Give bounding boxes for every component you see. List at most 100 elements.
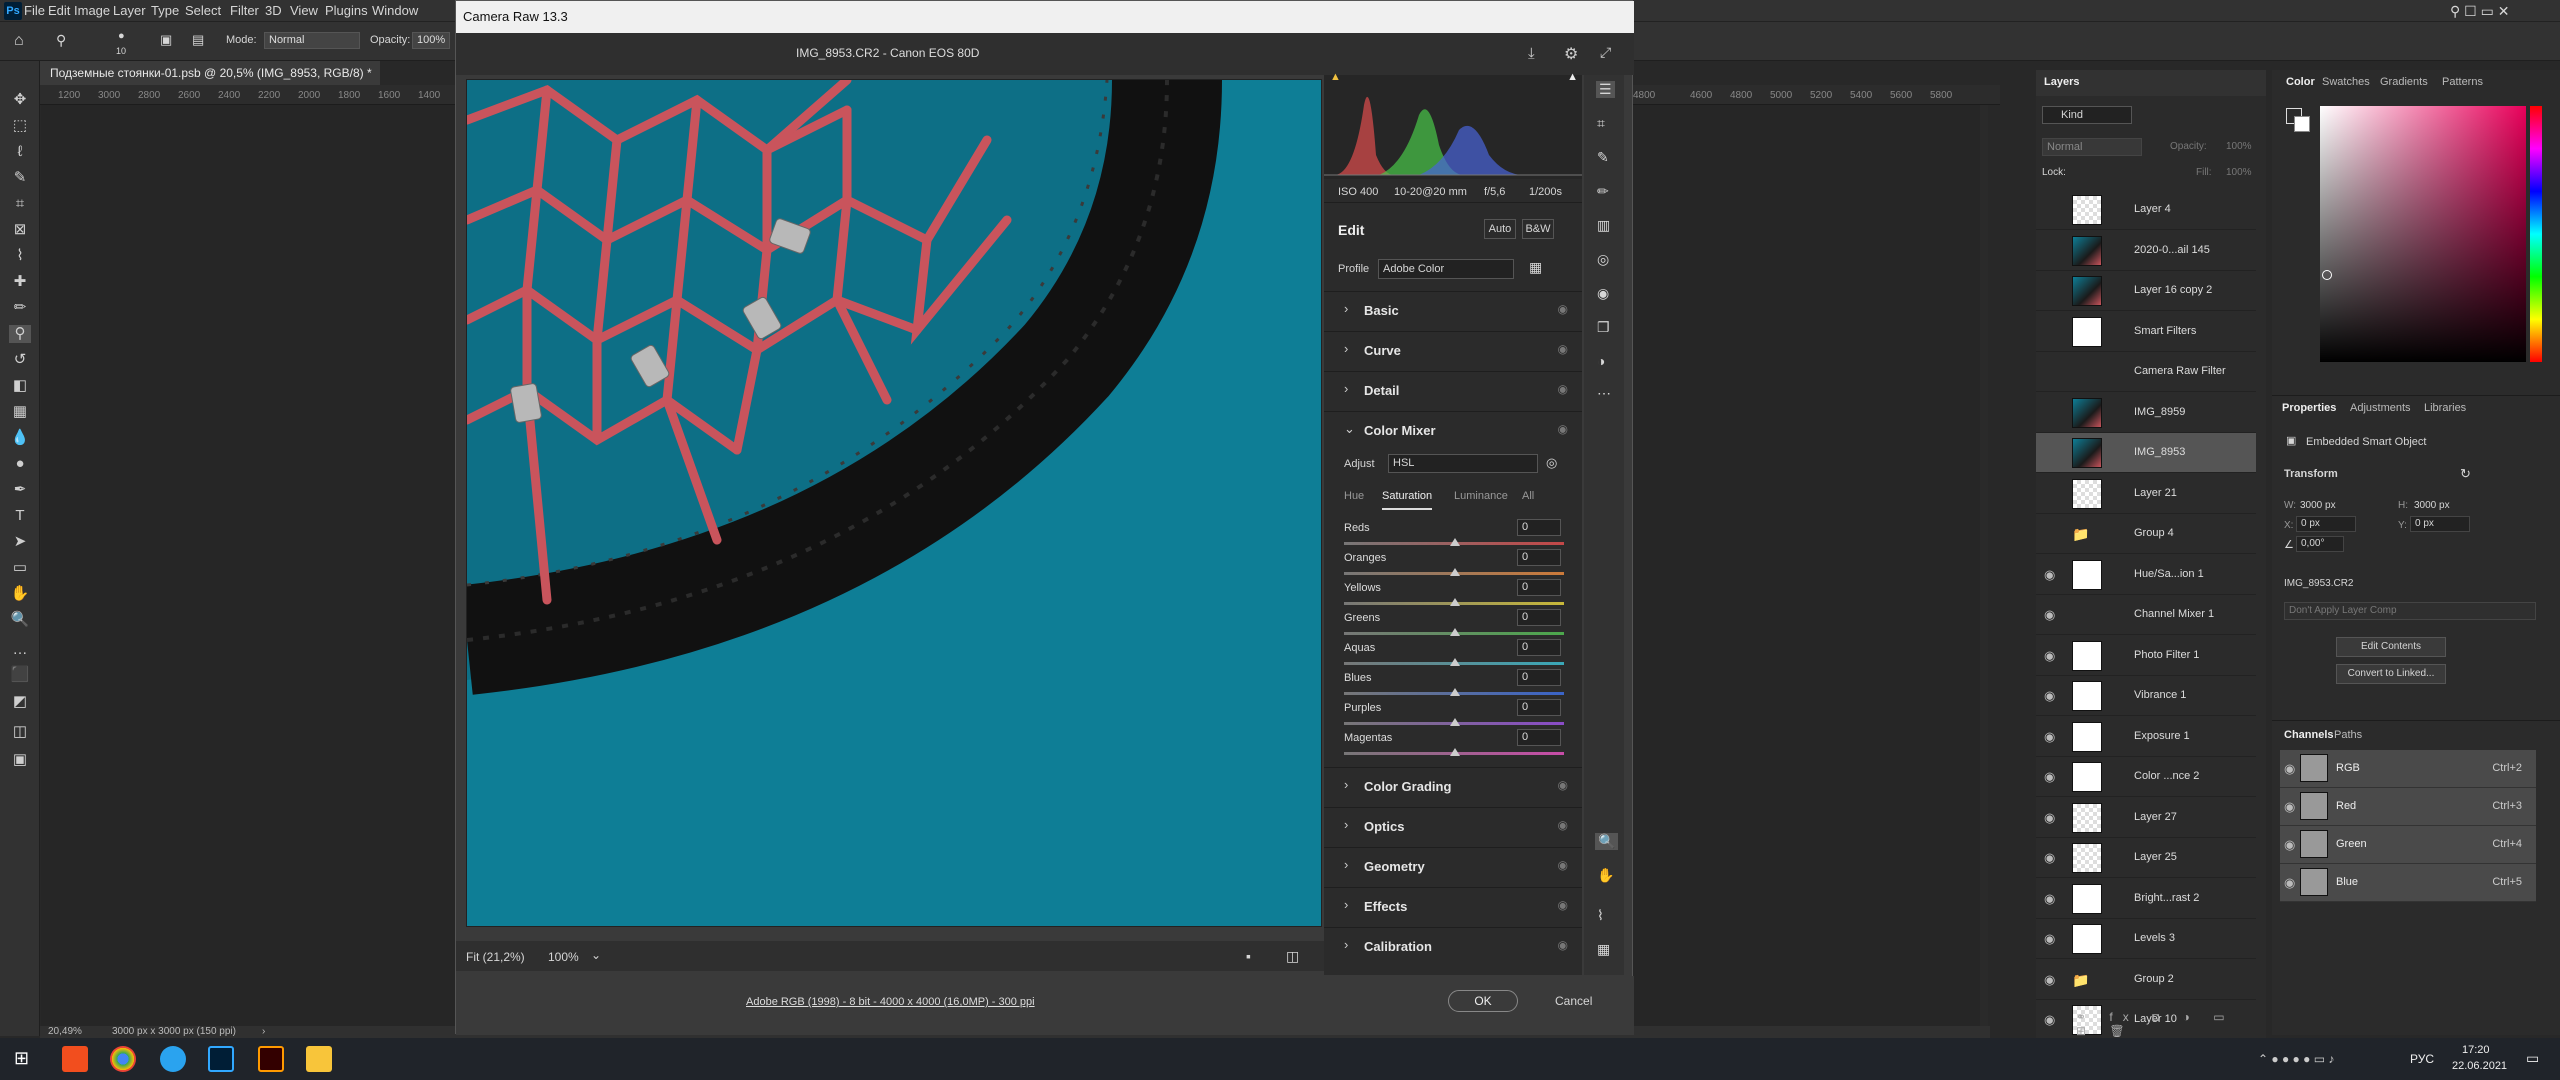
tab-gradients[interactable]: Gradients (2380, 76, 2428, 88)
cancel-button[interactable]: Cancel (1555, 994, 1592, 1008)
section-optics[interactable]: › Optics ◉ (1324, 807, 1582, 843)
quick-select-tool-icon[interactable]: ✎ (9, 169, 31, 187)
menu-filter[interactable]: Filter (230, 3, 259, 18)
section-basic[interactable]: › Basic ◉ (1324, 291, 1582, 327)
marquee-tool-icon[interactable]: ⬚ (9, 117, 31, 135)
more-options-icon[interactable]: ⋯ (1597, 385, 1611, 402)
eye-icon[interactable]: ◉ (2044, 931, 2055, 947)
channel-rgb[interactable]: ◉ RGB Ctrl+2 (2280, 750, 2536, 788)
layer-row[interactable]: ◉ Levels 3 (2036, 919, 2256, 959)
slider-thumb[interactable] (1450, 598, 1460, 606)
eye-icon[interactable]: ◉ (2044, 729, 2055, 745)
zoom-tool-icon[interactable]: 🔍 (9, 611, 31, 629)
hand-icon[interactable]: ✋ (1597, 867, 1614, 884)
layer-row[interactable]: ◉ Exposure 1 (2036, 717, 2256, 757)
rectangle-tool-icon[interactable]: ▭ (9, 559, 31, 577)
menu-file[interactable]: File (24, 3, 45, 18)
section-effects[interactable]: › Effects ◉ (1324, 887, 1582, 923)
eye-icon[interactable]: ◉ (2044, 769, 2055, 785)
eye-icon[interactable]: ◉ (2044, 688, 2055, 704)
eye-icon[interactable]: ◉ (1558, 422, 1568, 436)
menu-3d[interactable]: 3D (265, 3, 282, 18)
fullscreen-icon[interactable]: ⤢ (1600, 44, 1611, 61)
eye-icon[interactable]: ◉ (2284, 875, 2295, 891)
crop-tool-icon[interactable]: ⌗ (9, 195, 31, 213)
layer-row[interactable]: Smart Filters (2036, 312, 2256, 352)
eye-icon[interactable]: ◉ (2284, 799, 2295, 815)
section-color-grading[interactable]: › Color Grading ◉ (1324, 767, 1582, 803)
layer-row[interactable]: ◉ Color ...nce 2 (2036, 757, 2256, 797)
tab-hue[interactable]: Hue (1344, 490, 1364, 502)
layer-row[interactable]: ◉ Channel Mixer 1 (2036, 595, 2256, 635)
path-select-tool-icon[interactable]: ➤ (9, 533, 31, 551)
quick-mask-icon[interactable]: ◫ (9, 723, 31, 741)
section-calibration[interactable]: › Calibration ◉ (1324, 927, 1582, 963)
move-tool-icon[interactable]: ✥ (9, 91, 31, 109)
layer-row[interactable]: ◉ Layer 25 (2036, 838, 2256, 878)
x-input[interactable]: 0 px (2296, 516, 2356, 532)
single-view-icon[interactable]: ▪ (1246, 948, 1251, 964)
illustrator-taskbar-icon[interactable] (258, 1046, 284, 1072)
channel-blue[interactable]: ◉ Blue Ctrl+5 (2280, 864, 2536, 902)
layer-row[interactable]: ◉ Bright...rast 2 (2036, 879, 2256, 919)
mode-select[interactable]: Normal (264, 32, 360, 49)
slider-oranges[interactable]: Oranges 0 (1324, 549, 1582, 582)
layer-row[interactable]: IMG_8953 (2036, 433, 2256, 473)
auto-button[interactable]: Auto (1484, 219, 1516, 239)
screen-mode-icon[interactable]: ▣ (9, 751, 31, 769)
menu-plugins[interactable]: Plugins (325, 3, 368, 18)
edit-contents-button[interactable]: Edit Contents (2336, 637, 2446, 657)
eye-icon[interactable]: ◉ (2284, 761, 2295, 777)
hand-tool-icon[interactable]: ✋ (9, 585, 31, 603)
background-color-swatch[interactable] (2294, 116, 2310, 132)
angle-input[interactable]: 0,00° (2296, 536, 2344, 552)
slider-value-input[interactable]: 0 (1517, 519, 1561, 536)
layer-row[interactable]: ◉ Layer 27 (2036, 798, 2256, 838)
figma-icon[interactable] (62, 1046, 88, 1072)
before-after-icon[interactable]: ◫ (1286, 948, 1299, 965)
telegram-icon[interactable] (160, 1046, 186, 1072)
menu-layer[interactable]: Layer (113, 3, 146, 18)
height-value[interactable]: 3000 px (2414, 500, 2450, 511)
layer-row[interactable]: ◉ Vibrance 1 (2036, 676, 2256, 716)
profile-browser-icon[interactable]: ▦ (1529, 259, 1542, 276)
eye-icon[interactable]: ◉ (1558, 382, 1568, 396)
clock-date[interactable]: 22.06.2021 (2452, 1060, 2507, 1072)
slider-purples[interactable]: Purples 0 (1324, 699, 1582, 732)
opacity-input[interactable]: 100% (412, 32, 450, 49)
zoom-dropdown-icon[interactable]: ⌄ (591, 948, 601, 962)
document-tab[interactable]: Подземные стоянки-01.psb @ 20,5% (IMG_89… (40, 61, 380, 104)
section-curve[interactable]: › Curve ◉ (1324, 331, 1582, 367)
layer-row[interactable]: 📁 Group 4 (2036, 514, 2256, 554)
slider-value-input[interactable]: 0 (1517, 639, 1561, 656)
layer-row[interactable]: Camera Raw Filter (2036, 352, 2256, 392)
menu-type[interactable]: Type (151, 3, 179, 18)
eyedropper-tool-icon[interactable]: ⌇ (9, 247, 31, 265)
slider-blues[interactable]: Blues 0 (1324, 669, 1582, 702)
slider-aquas[interactable]: Aquas 0 (1324, 639, 1582, 672)
history-brush-tool-icon[interactable]: ↺ (9, 351, 31, 369)
notifications-icon[interactable]: ▭ (2526, 1050, 2539, 1067)
canvas-scrollbar[interactable] (1980, 105, 1988, 1030)
menu-select[interactable]: Select (185, 3, 221, 18)
file-explorer-icon[interactable] (306, 1046, 332, 1072)
slider-value-input[interactable]: 0 (1517, 669, 1561, 686)
layer-row[interactable]: IMG_8959 (2036, 393, 2256, 433)
fit-zoom-option[interactable]: Fit (21,2%) (466, 950, 525, 964)
zoom-icon[interactable]: 🔍 (1595, 833, 1619, 850)
color-field[interactable] (2320, 106, 2526, 362)
workflow-options-link[interactable]: Adobe RGB (1998) - 8 bit - 4000 x 4000 (… (746, 996, 1035, 1008)
slider-value-input[interactable]: 0 (1517, 699, 1561, 716)
slider-thumb[interactable] (1450, 658, 1460, 666)
tab-patterns[interactable]: Patterns (2442, 76, 2483, 88)
language-indicator[interactable]: РУС (2410, 1052, 2434, 1066)
layer-row[interactable]: Layer 4 (2036, 190, 2256, 230)
slider-thumb[interactable] (1450, 718, 1460, 726)
adjustment-brush-icon[interactable]: ✏ (1597, 183, 1609, 200)
eye-icon[interactable]: ◉ (1558, 898, 1568, 912)
clock-time[interactable]: 17:20 (2462, 1044, 2490, 1056)
status-arrow-icon[interactable]: › (262, 1026, 265, 1037)
eye-icon[interactable]: ◉ (1558, 818, 1568, 832)
stamp-tool-icon[interactable]: ⚲ (56, 32, 66, 49)
eye-icon[interactable]: ◉ (1558, 778, 1568, 792)
